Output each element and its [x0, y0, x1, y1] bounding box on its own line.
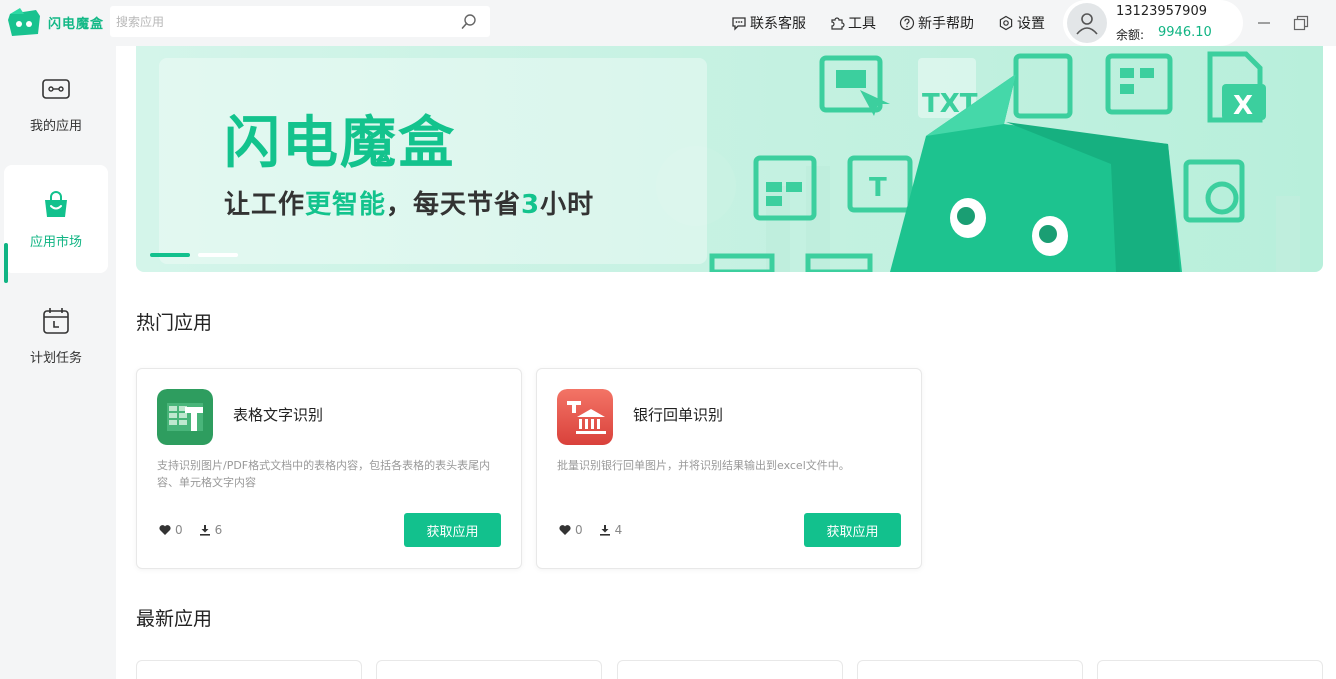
app-stats: 0 4: [559, 523, 638, 537]
sidebar-item-my-apps[interactable]: 我的应用: [4, 49, 108, 157]
my-apps-icon: [42, 78, 70, 99]
banner-title: 闪电魔盒: [224, 111, 456, 176]
heart-icon: [559, 525, 571, 535]
sidebar: 我的应用 应用市场 计划任务: [0, 46, 116, 679]
restore-button[interactable]: [1290, 12, 1312, 34]
app-card-table-ocr[interactable]: 表格文字识别 支持识别图片/PDF格式文档中的表格内容，包括各表格的表头表尾内容…: [136, 368, 522, 569]
new-app-card[interactable]: [617, 660, 843, 679]
tools-label: 工具: [848, 16, 876, 32]
tools-button[interactable]: 工具: [829, 13, 876, 33]
minimize-icon: [1258, 22, 1270, 24]
logo-box-icon: [8, 8, 40, 36]
new-app-card[interactable]: [376, 660, 602, 679]
excel-file-label: X: [1233, 91, 1253, 121]
download-icon: [599, 525, 610, 536]
settings-label: 设置: [1017, 16, 1045, 32]
downloads-count: 4: [614, 523, 623, 537]
new-app-card[interactable]: [136, 660, 362, 679]
avatar[interactable]: [1067, 3, 1107, 43]
search-bar[interactable]: [110, 6, 490, 37]
likes-stat[interactable]: 0: [559, 523, 583, 537]
gear-icon: [999, 15, 1013, 31]
puzzle-icon: [831, 17, 845, 30]
contact-service-label: 联系客服: [750, 16, 806, 32]
user-phone: 13123957909: [1116, 4, 1207, 19]
downloads-stat: 4: [599, 523, 623, 537]
search-input[interactable]: [116, 14, 446, 29]
text-file-label: T: [869, 173, 887, 203]
likes-stat[interactable]: 0: [159, 523, 183, 537]
new-app-card[interactable]: [1097, 660, 1323, 679]
active-indicator: [4, 243, 8, 283]
likes-count: 0: [575, 523, 583, 537]
settings-button[interactable]: 设置: [998, 13, 1045, 33]
get-app-button[interactable]: 获取应用: [404, 513, 501, 547]
help-button[interactable]: 新手帮助: [899, 13, 974, 33]
balance-label: 余额:: [1116, 28, 1145, 42]
top-bar: 闪电魔盒 联系客服 工具 新手帮助 设置: [0, 0, 1336, 46]
minimize-button[interactable]: [1253, 12, 1275, 34]
contact-service-button[interactable]: 联系客服: [731, 13, 806, 33]
likes-count: 0: [175, 523, 183, 537]
sidebar-item-scheduled-tasks[interactable]: 计划任务: [4, 281, 108, 389]
question-circle-icon: [899, 15, 915, 31]
app-stats: 0 6: [159, 523, 238, 537]
sidebar-item-label: 我的应用: [29, 118, 82, 134]
new-app-card[interactable]: [857, 660, 1083, 679]
carousel-dot-active[interactable]: [150, 253, 190, 257]
app-description: 支持识别图片/PDF格式文档中的表格内容，包括各表格的表头表尾内容、单元格文字内…: [157, 459, 491, 489]
get-app-button[interactable]: 获取应用: [804, 513, 901, 547]
banner-subtitle: 让工作更智能，每天节省3小时: [224, 190, 595, 220]
bank-receipt-icon: [557, 389, 613, 445]
new-apps-heading: 最新应用: [136, 608, 213, 630]
downloads-count: 6: [214, 523, 223, 537]
logo-text: 闪电魔盒: [48, 16, 105, 32]
download-icon: [199, 525, 210, 536]
user-panel[interactable]: 13123957909 余额: 9946.10: [1063, 0, 1243, 46]
carousel-dots: [150, 253, 246, 257]
app-name[interactable]: 银行回单识别: [633, 404, 723, 425]
chat-bubble-icon: [732, 17, 746, 31]
app-card-bank-receipt[interactable]: 银行回单识别 批量识别银行回单图片，并将识别结果输出到excel文件中。 0 4…: [536, 368, 922, 569]
sidebar-item-label: 计划任务: [29, 350, 82, 366]
restore-icon: [1293, 15, 1309, 31]
help-label: 新手帮助: [918, 16, 974, 32]
balance-value: 9946.10: [1158, 25, 1212, 40]
promo-banner[interactable]: TXT X T 闪电魔盒 让工作更智能，每天节省3小时: [136, 46, 1323, 272]
app-description: 批量识别银行回单图片，并将识别结果输出到excel文件中。: [557, 459, 850, 472]
app-name[interactable]: 表格文字识别: [233, 404, 323, 425]
search-icon[interactable]: [460, 13, 478, 31]
table-ocr-icon: [157, 389, 213, 445]
main-content: TXT X T 闪电魔盒 让工作更智能，每天节省3小时 热门应用 表格文字识别 …: [116, 46, 1336, 679]
sidebar-item-app-market[interactable]: 应用市场: [4, 165, 108, 273]
downloads-stat: 6: [199, 523, 223, 537]
heart-icon: [159, 525, 171, 535]
user-icon: [1076, 13, 1098, 35]
calendar-icon: [43, 307, 69, 334]
hot-apps-heading: 热门应用: [136, 312, 213, 334]
app-logo[interactable]: 闪电魔盒: [6, 6, 104, 38]
carousel-dot[interactable]: [198, 253, 238, 257]
sidebar-item-label: 应用市场: [29, 234, 82, 250]
shopping-bag-icon: [45, 190, 67, 217]
